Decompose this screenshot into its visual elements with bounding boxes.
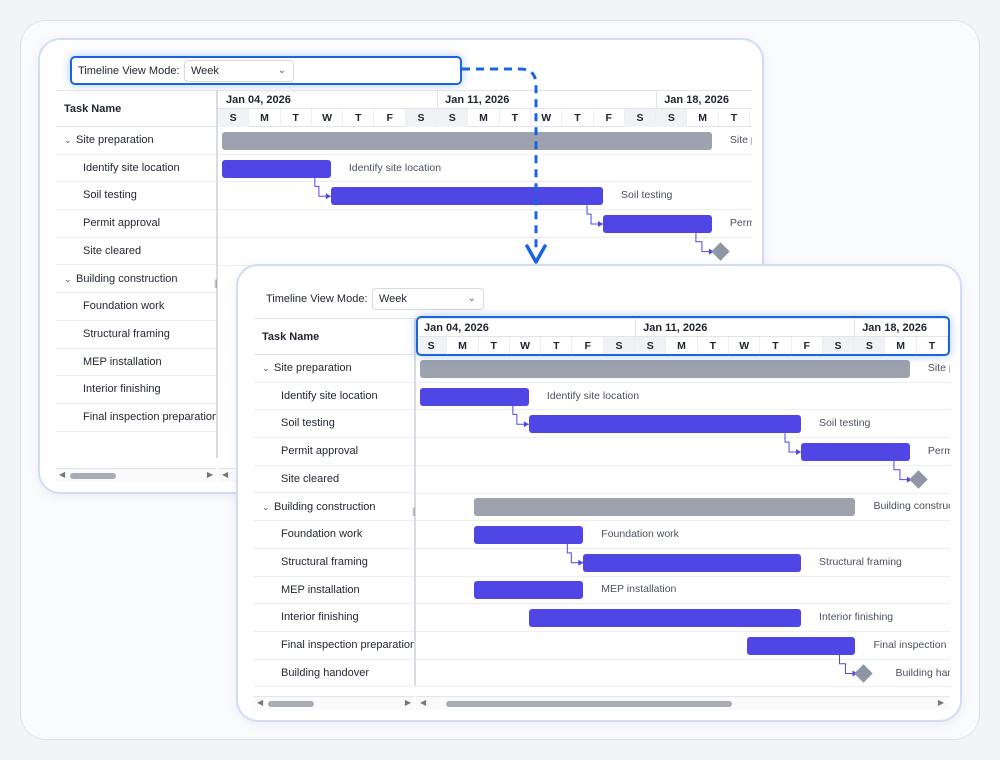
transition-arrow (462, 67, 547, 264)
dashed-arrow-line (462, 67, 538, 252)
arrow-head-icon (525, 244, 547, 264)
